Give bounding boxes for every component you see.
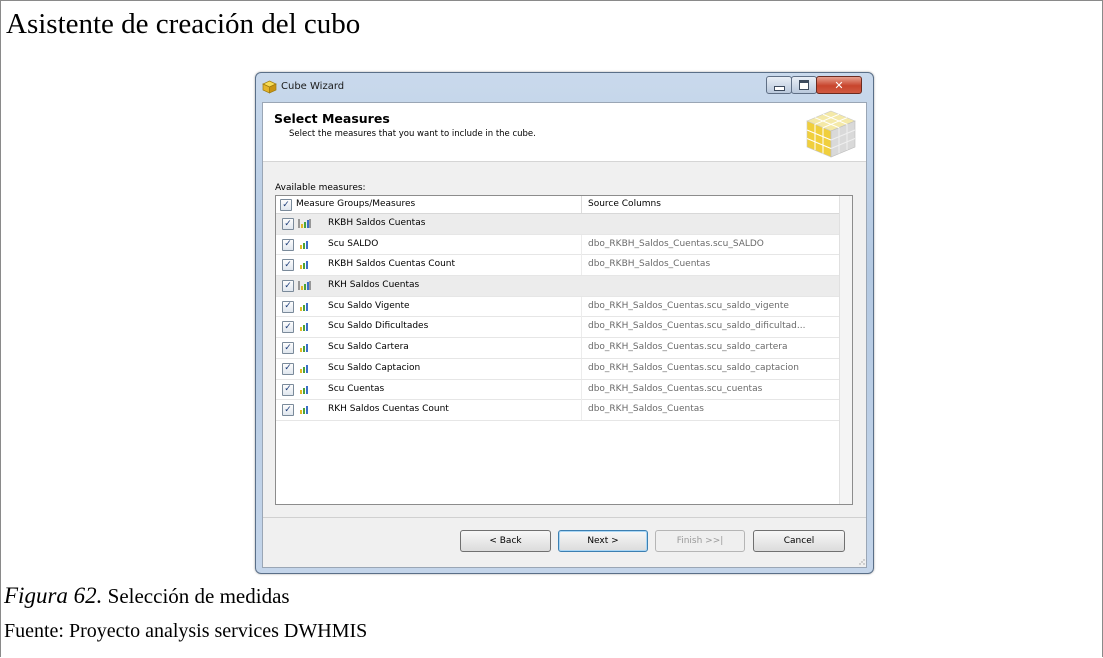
- measure-row[interactable]: Scu Saldo Dificultades dbo_RKH_Saldos_Cu…: [276, 317, 839, 339]
- measure-row[interactable]: Scu Saldo Vigente dbo_RKH_Saldos_Cuentas…: [276, 296, 839, 318]
- source-column-label: Source Columns: [588, 199, 661, 209]
- measures-list: RKBH Saldos Cuentas Scu SALDO dbo_RKBH_S…: [276, 214, 839, 421]
- select-all-checkbox[interactable]: [280, 199, 292, 211]
- column-divider: [581, 317, 582, 338]
- measure-name: Scu SALDO: [328, 238, 379, 249]
- finish-button[interactable]: Finish >>|: [655, 530, 745, 552]
- measure-icon: [300, 323, 308, 332]
- measure-name: RKBH Saldos Cuentas: [328, 218, 426, 228]
- source-column-header[interactable]: Source Columns: [582, 196, 839, 213]
- measure-icon: [300, 364, 308, 373]
- measure-name: Scu Saldo Cartera: [328, 342, 409, 353]
- measure-name: RKBH Saldos Cuentas Count: [328, 259, 456, 270]
- measure-checkbox[interactable]: [282, 238, 294, 251]
- measure-checkbox[interactable]: [282, 280, 294, 293]
- title-bar[interactable]: Cube Wizard ✕: [256, 73, 873, 101]
- column-divider: [581, 296, 582, 317]
- back-button[interactable]: < Back: [460, 530, 551, 552]
- measure-checkbox[interactable]: [282, 362, 294, 375]
- measure-icon: [300, 240, 308, 249]
- column-divider: [581, 338, 582, 359]
- figure-source: Fuente: Proyecto analysis services DWHMI…: [4, 620, 368, 642]
- column-divider: [581, 358, 582, 379]
- source-column-value: dbo_RKH_Saldos_Cuentas.scu_saldo_cartera: [588, 342, 788, 353]
- measure-group-icon: [298, 219, 311, 228]
- measure-checkbox[interactable]: [282, 218, 294, 230]
- measure-icon: [300, 344, 308, 353]
- minimize-button[interactable]: [766, 76, 792, 94]
- measure-checkbox[interactable]: [282, 342, 294, 355]
- measure-row[interactable]: RKH Saldos Cuentas Count dbo_RKH_Saldos_…: [276, 400, 839, 421]
- measure-group-icon: [298, 281, 311, 291]
- source-column-value: dbo_RKBH_Saldos_Cuentas: [588, 259, 711, 270]
- measure-icon: [300, 406, 308, 415]
- source-column-value: dbo_RKH_Saldos_Cuentas.scu_saldo_dificul…: [588, 321, 806, 332]
- minimize-icon: [773, 85, 785, 91]
- source-column-value: dbo_RKH_Saldos_Cuentas.scu_cuentas: [588, 383, 763, 394]
- close-icon: ✕: [834, 78, 844, 92]
- page-subtitle: Select the measures that you want to inc…: [289, 129, 536, 139]
- column-divider: [581, 276, 582, 297]
- page-title: Select Measures: [274, 111, 390, 126]
- measure-checkbox[interactable]: [282, 404, 294, 417]
- measure-name: Scu Saldo Dificultades: [328, 321, 429, 332]
- figure-number: Figura 62.: [4, 583, 103, 608]
- source-column-value: dbo_RKBH_Saldos_Cuentas.scu_SALDO: [588, 238, 764, 249]
- measure-icon: [300, 302, 308, 311]
- measure-group-row[interactable]: RKH Saldos Cuentas: [276, 276, 839, 297]
- cube-wizard-window: Cube Wizard ✕ Select Measures Select the…: [255, 72, 874, 574]
- available-measures-label: Available measures:: [275, 183, 366, 193]
- measure-name: RKH Saldos Cuentas Count: [328, 404, 449, 415]
- measure-row[interactable]: RKBH Saldos Cuentas Count dbo_RKBH_Saldo…: [276, 255, 839, 277]
- measure-name: Scu Saldo Vigente: [328, 300, 410, 311]
- measure-row[interactable]: Scu Saldo Captacion dbo_RKH_Saldos_Cuent…: [276, 358, 839, 380]
- source-column-value: dbo_RKH_Saldos_Cuentas: [588, 404, 704, 415]
- maximize-button[interactable]: [791, 76, 817, 94]
- measures-column-label: Measure Groups/Measures: [296, 199, 416, 209]
- column-divider: [581, 379, 582, 400]
- measure-row[interactable]: Scu Cuentas dbo_RKH_Saldos_Cuentas.scu_c…: [276, 379, 839, 401]
- column-divider: [581, 255, 582, 276]
- document-title: Asistente de creación del cubo: [6, 8, 361, 40]
- figure-caption: Figura 62. Selección de medidas: [4, 583, 290, 609]
- cancel-button[interactable]: Cancel: [753, 530, 845, 552]
- figure-caption-text: Selección de medidas: [102, 584, 290, 608]
- measure-name: Scu Saldo Captacion: [328, 362, 421, 373]
- window-title: Cube Wizard: [281, 81, 345, 92]
- measure-checkbox[interactable]: [282, 259, 294, 272]
- measures-grid: Measure Groups/Measures Source Columns R…: [275, 195, 853, 505]
- source-column-value: dbo_RKH_Saldos_Cuentas.scu_saldo_captaci…: [588, 362, 799, 373]
- measure-row[interactable]: Scu Saldo Cartera dbo_RKH_Saldos_Cuentas…: [276, 338, 839, 359]
- measure-group-row[interactable]: RKBH Saldos Cuentas: [276, 214, 839, 235]
- resize-grip-icon[interactable]: [859, 559, 865, 565]
- footer-divider: [263, 517, 866, 518]
- measure-checkbox[interactable]: [282, 321, 294, 334]
- measure-checkbox[interactable]: [282, 383, 294, 396]
- cube-icon: [262, 80, 277, 94]
- maximize-icon: [799, 80, 809, 90]
- measure-icon: [300, 385, 308, 394]
- wizard-page: Select Measures Select the measures that…: [262, 102, 867, 568]
- measure-name: RKH Saldos Cuentas: [328, 280, 420, 291]
- grid-header: Measure Groups/Measures Source Columns: [276, 196, 839, 214]
- close-button[interactable]: ✕: [816, 76, 862, 94]
- source-column-value: dbo_RKH_Saldos_Cuentas.scu_saldo_vigente: [588, 300, 789, 311]
- column-divider: [581, 214, 582, 234]
- measures-column-header[interactable]: Measure Groups/Measures: [276, 196, 582, 213]
- vertical-scrollbar[interactable]: [839, 196, 852, 504]
- column-divider: [581, 400, 582, 421]
- measure-row[interactable]: Scu SALDO dbo_RKBH_Saldos_Cuentas.scu_SA…: [276, 234, 839, 256]
- wizard-header: Select Measures Select the measures that…: [263, 103, 866, 162]
- measure-icon: [300, 261, 308, 270]
- column-divider: [581, 234, 582, 255]
- cube-graphic-icon: [806, 110, 856, 158]
- next-button[interactable]: Next >: [558, 530, 648, 552]
- measure-checkbox[interactable]: [282, 300, 294, 313]
- measure-name: Scu Cuentas: [328, 383, 385, 394]
